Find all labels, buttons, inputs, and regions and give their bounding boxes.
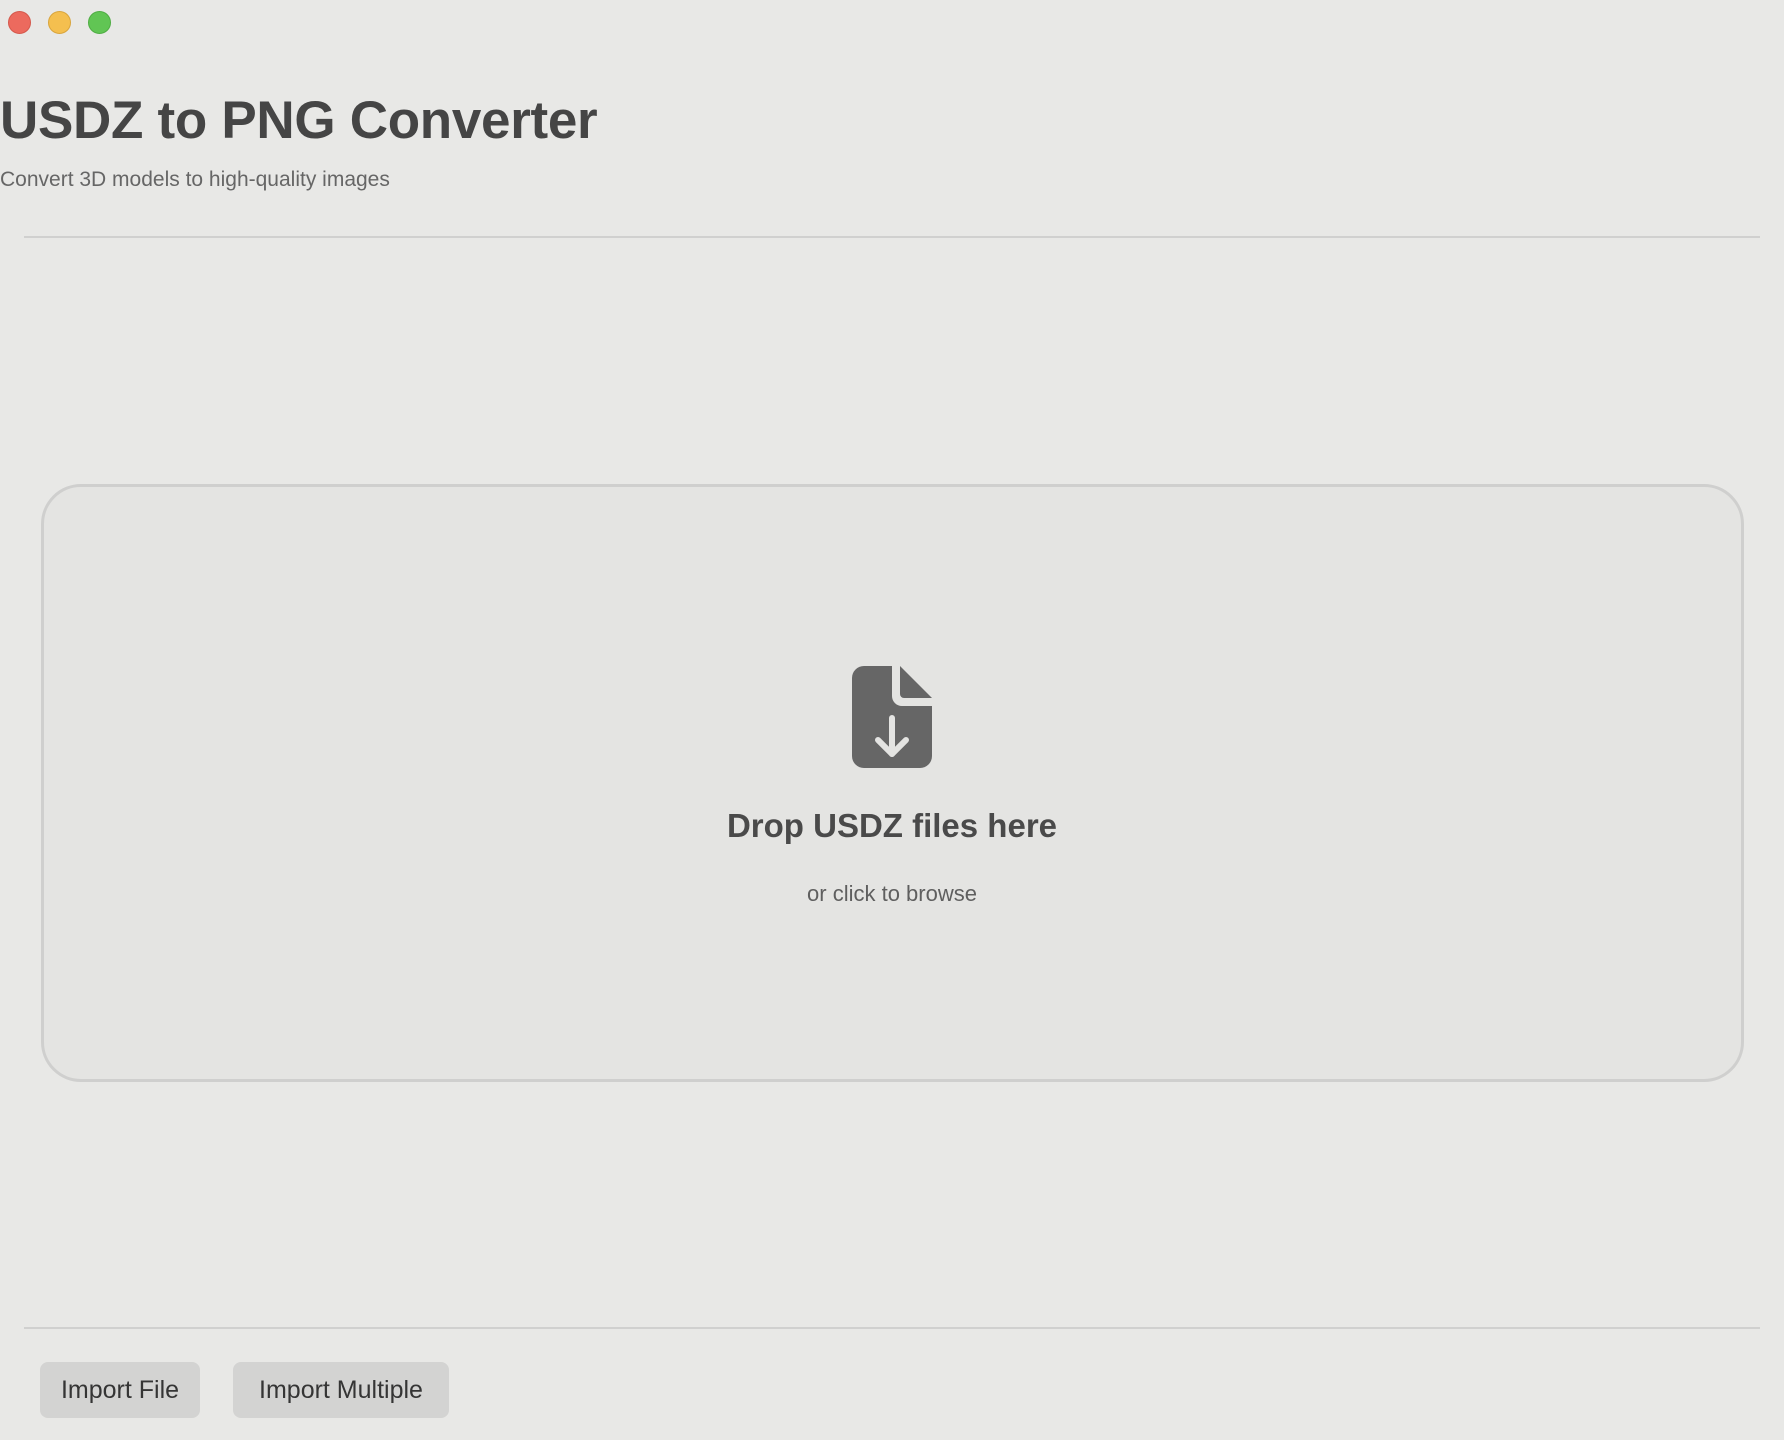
header-divider — [24, 236, 1760, 238]
file-drop-zone[interactable] — [41, 484, 1744, 1082]
document-download-icon — [852, 666, 932, 768]
footer-divider — [24, 1327, 1760, 1329]
minimize-window-button[interactable] — [48, 11, 71, 34]
close-window-button[interactable] — [8, 11, 31, 34]
import-multiple-button[interactable]: Import Multiple — [233, 1362, 449, 1418]
zoom-window-button[interactable] — [88, 11, 111, 34]
page-title: USDZ to PNG Converter — [0, 91, 598, 150]
app-window: USDZ to PNG Converter Convert 3D models … — [0, 0, 1784, 1440]
drop-zone-hint: or click to browse — [807, 881, 977, 906]
page-subtitle: Convert 3D models to high-quality images — [0, 168, 390, 191]
import-file-button[interactable]: Import File — [40, 1362, 200, 1418]
drop-zone-title: Drop USDZ files here — [726, 807, 1058, 844]
